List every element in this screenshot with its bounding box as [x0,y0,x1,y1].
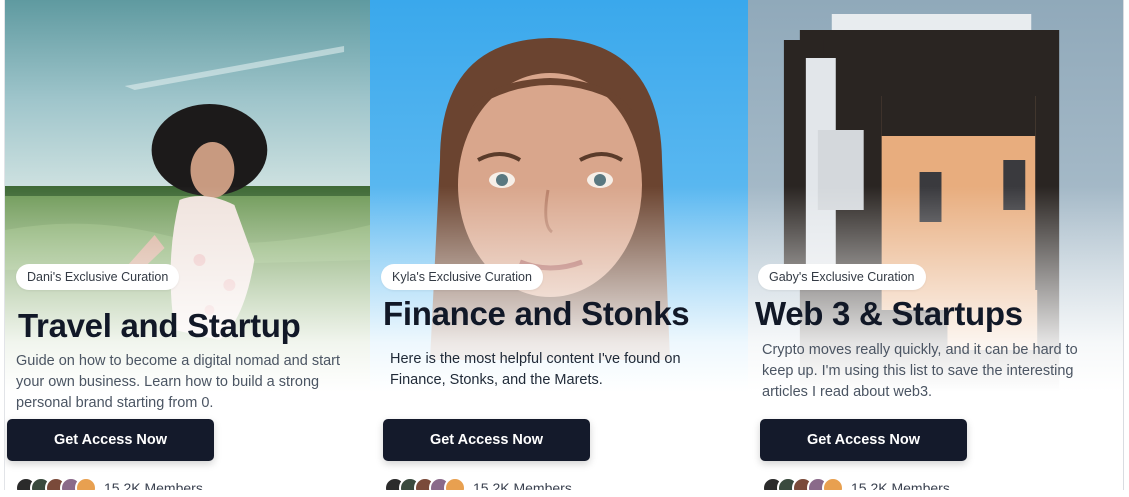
get-access-button[interactable]: Get Access Now [383,419,590,461]
card-description: Guide on how to become a digital nomad a… [16,353,341,411]
member-avatar [75,477,97,490]
image-fade-overlay [370,0,748,490]
members-row: 15.2K Members [762,476,950,490]
curation-card-finance[interactable]: Kyla's Exclusive Curation Finance and St… [370,0,748,490]
members-count: 15.2K Members [851,480,950,490]
get-access-button[interactable]: Get Access Now [7,419,214,461]
card-title: Travel and Startup [18,307,301,344]
curation-badge: Gaby's Exclusive Curation [758,264,926,290]
members-row: 15.2K Members [384,476,572,490]
members-row: 15.2K Members [15,476,203,490]
members-count: 15.2K Members [473,480,572,490]
curation-card-web3[interactable]: Gaby's Exclusive Curation Web 3 & Startu… [748,0,1124,490]
curation-badge: Dani's Exclusive Curation [16,264,180,290]
get-access-button[interactable]: Get Access Now [760,419,967,461]
card-description: Here is the most helpful content I've fo… [390,351,681,388]
image-fade-overlay [5,0,370,490]
members-count: 15.2K Members [104,480,203,490]
card-title: Web 3 & Startups [755,295,1023,332]
curation-badge: Kyla's Exclusive Curation [381,264,543,290]
member-avatar [444,477,466,490]
curation-card-travel[interactable]: Dani's Exclusive Curation Travel and Sta… [4,0,370,490]
card-title: Finance and Stonks [383,295,690,332]
image-fade-overlay [748,0,1123,490]
card-description: Crypto moves really quickly, and it can … [762,342,1078,400]
member-avatar [822,477,844,490]
